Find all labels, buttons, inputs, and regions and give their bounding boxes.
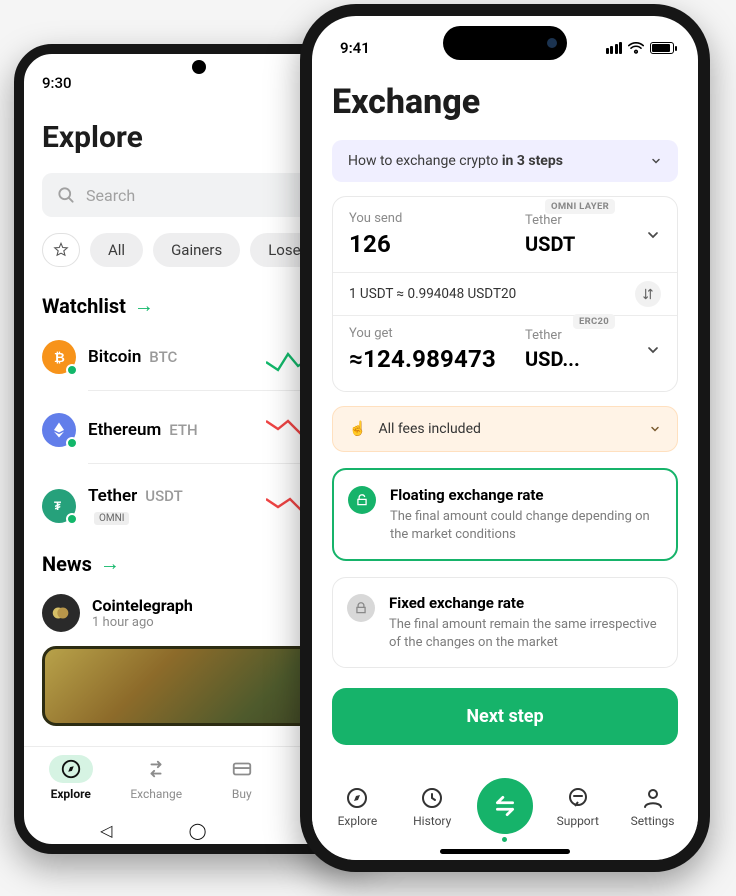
exchange-io-card: You send 126 OMNI LAYER Tether USDT 1 US… [332, 196, 678, 392]
svg-text:₮: ₮ [54, 499, 61, 513]
chevron-down-icon [645, 227, 661, 243]
chat-icon [566, 786, 590, 810]
swap-icon [492, 793, 518, 819]
tether-icon: ₮ [42, 489, 76, 523]
clock-icon [420, 786, 444, 810]
tab-explore[interactable]: Explore [327, 786, 387, 828]
compass-icon [60, 758, 82, 780]
arrow-right-icon: → [100, 551, 120, 576]
android-home-icon[interactable]: ◯ [189, 821, 207, 840]
arrow-right-icon: → [134, 293, 154, 318]
tab-settings[interactable]: Settings [623, 786, 683, 828]
dynamic-island [443, 26, 567, 60]
news-source-icon [42, 594, 80, 632]
get-amount: ≈124.989473 [349, 345, 515, 373]
android-back-icon[interactable]: ◁ [100, 821, 112, 840]
search-icon [56, 185, 76, 205]
svg-text:₿: ₿ [54, 351, 65, 366]
swap-icon [641, 287, 655, 301]
chevron-down-icon [650, 155, 662, 167]
send-amount-input[interactable]: 126 [349, 230, 515, 258]
user-icon [641, 786, 665, 810]
chevron-down-icon [649, 423, 661, 435]
exchange-icon [145, 758, 167, 780]
you-send-row: You send 126 OMNI LAYER Tether USDT [333, 201, 677, 272]
get-coin-selector[interactable]: ERC20 Tether USD... [525, 328, 635, 371]
howto-banner[interactable]: How to exchange crypto in 3 steps [332, 140, 678, 182]
iphone-frame: 9:41 Exchange How to exchange crypto in … [300, 4, 710, 872]
next-step-button[interactable]: Next step [332, 688, 678, 745]
rate-option-floating[interactable]: Floating exchange rate The final amount … [332, 468, 678, 561]
tab-explore[interactable]: Explore [41, 755, 101, 816]
rate-option-fixed[interactable]: Fixed exchange rate The final amount rem… [332, 577, 678, 668]
pointing-up-emoji: ☝️ [349, 421, 366, 437]
bitcoin-icon: ₿ [42, 340, 76, 374]
lock-icon [347, 594, 375, 622]
tab-exchange[interactable]: Exchange [126, 755, 186, 816]
exchange-title: Exchange [332, 82, 678, 122]
android-camera-hole [192, 60, 206, 74]
battery-icon [650, 42, 674, 54]
wifi-icon [628, 42, 644, 54]
tab-exchange-primary[interactable] [477, 778, 533, 834]
tab-history[interactable]: History [402, 786, 462, 828]
chevron-down-icon [645, 342, 661, 358]
unlock-icon [348, 486, 376, 514]
network-tag: OMNI [94, 512, 129, 525]
send-coin-selector[interactable]: OMNI LAYER Tether USDT [525, 213, 635, 256]
ethereum-icon [42, 413, 76, 447]
fees-disclosure[interactable]: ☝️ All fees included [332, 406, 678, 452]
exchange-screen: Exchange How to exchange crypto in 3 ste… [312, 82, 698, 745]
tab-support[interactable]: Support [548, 786, 608, 828]
search-placeholder: Search [86, 186, 135, 205]
card-icon [231, 758, 253, 780]
iphone-tab-bar: Explore History Support Settings [312, 774, 698, 860]
chip-all[interactable]: All [90, 233, 143, 267]
compass-icon [345, 786, 369, 810]
rate-row: 1 USDT ≈ 0.994048 USDT20 [333, 273, 677, 315]
iphone-clock: 9:41 [340, 39, 370, 57]
chip-favorites[interactable] [42, 233, 80, 267]
swap-direction-button[interactable] [635, 281, 661, 307]
iphone-home-indicator[interactable] [440, 849, 570, 854]
star-icon [53, 242, 69, 258]
signal-icon [606, 42, 623, 54]
explore-title: Explore [42, 120, 143, 155]
tab-buy[interactable]: Buy [212, 755, 272, 816]
android-clock: 9:30 [42, 74, 72, 92]
chip-gainers[interactable]: Gainers [153, 233, 240, 267]
you-get-row: You get ≈124.989473 ERC20 Tether USD... [333, 316, 677, 387]
